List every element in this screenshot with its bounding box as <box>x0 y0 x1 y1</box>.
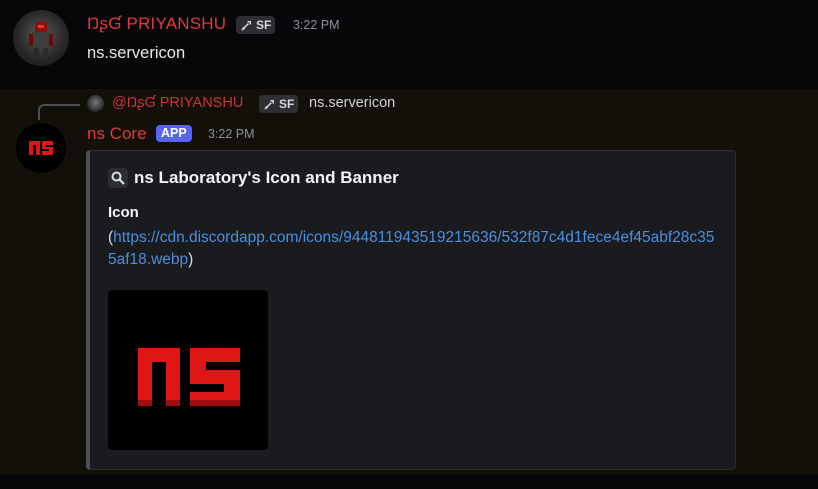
bot-avatar[interactable] <box>16 123 66 173</box>
message-content: ns.servericon <box>87 44 186 62</box>
embed-field-name: Icon <box>108 204 139 221</box>
embed-field-value: (https://cdn.discordapp.com/icons/944811… <box>108 227 718 271</box>
reply-author[interactable]: @ŊʂƓ PRIYANSHU <box>112 95 243 111</box>
tag-sword-icon <box>241 20 251 31</box>
embed-image[interactable] <box>108 290 268 450</box>
reply-content[interactable]: ns.servericon <box>309 95 395 111</box>
ns-logo-icon <box>29 141 53 155</box>
timestamp: 3:22 PM <box>208 127 255 141</box>
author-name[interactable]: ŊʂƓ PRIYANSHU <box>87 14 226 34</box>
timestamp: 3:22 PM <box>293 18 340 32</box>
server-tag[interactable]: SF <box>236 16 276 34</box>
bot-name[interactable]: ns Core <box>87 124 147 144</box>
reply-server-tag[interactable]: SF <box>259 95 299 113</box>
reply-spine <box>38 104 80 120</box>
app-badge: APP <box>156 125 192 142</box>
embed-title-text: ns Laboratory's Icon and Banner <box>134 168 399 187</box>
embed: ns Laboratory's Icon and Banner Icon (ht… <box>86 150 736 470</box>
search-icon <box>108 168 128 188</box>
tag-sword-icon <box>264 99 274 110</box>
user-avatar[interactable] <box>13 10 69 66</box>
reply-avatar[interactable] <box>87 95 104 112</box>
server-tag-label: SF <box>256 18 272 32</box>
ns-logo-icon <box>138 348 240 406</box>
avatar-figure-icon <box>29 22 53 56</box>
icon-link[interactable]: https://cdn.discordapp.com/icons/9448119… <box>108 229 714 268</box>
embed-title: ns Laboratory's Icon and Banner <box>108 168 399 188</box>
paren-close: ) <box>188 251 194 268</box>
reply-server-tag-label: SF <box>279 97 295 111</box>
bottom-strip <box>0 475 818 489</box>
